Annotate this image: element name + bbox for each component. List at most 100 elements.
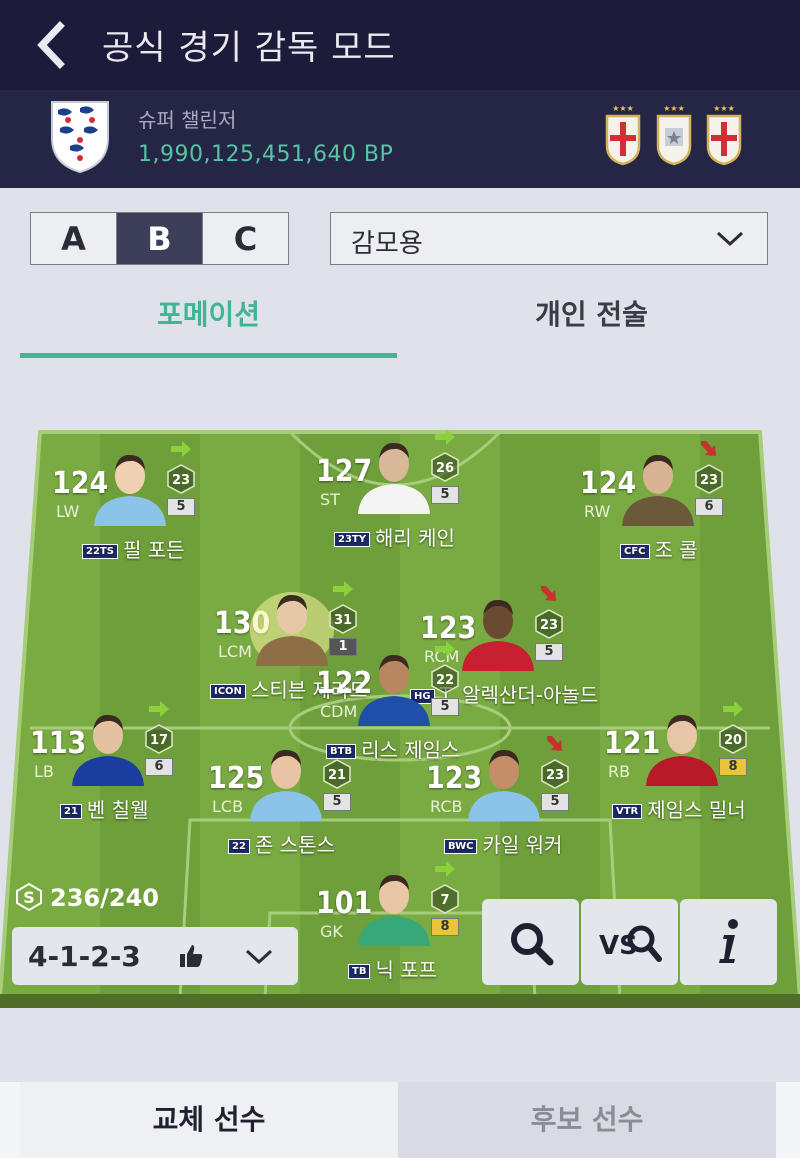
player-enhance-grade: 6 [145, 758, 173, 776]
player-level-badge: 23 [541, 759, 569, 789]
player-level: 31 [334, 613, 352, 628]
player-name-lcb[interactable]: 22 존 스톤스 [228, 829, 335, 858]
squad-name-dropdown[interactable]: 감모용 [330, 212, 768, 265]
player-level: 23 [540, 618, 558, 633]
search-button[interactable] [482, 899, 579, 985]
player-level: 23 [172, 473, 190, 488]
svg-text:★★★: ★★★ [612, 104, 634, 113]
form-up-arrow-icon [333, 581, 353, 597]
squad-segmented-control: A B C [30, 212, 289, 265]
bottom-tab-bar: 교체 선수 후보 선수 [0, 1082, 800, 1158]
chevron-down-icon [716, 231, 744, 247]
svg-text:★★★: ★★★ [663, 104, 685, 113]
player-name: 카일 워커 [482, 833, 563, 857]
info-icon [719, 919, 738, 963]
player-level-badge: 23 [167, 464, 195, 494]
season-badge: TB [348, 964, 371, 979]
svg-text:★★★: ★★★ [713, 104, 735, 113]
versus-search-button[interactable]: VS [581, 899, 678, 985]
player-level: 23 [700, 473, 718, 488]
back-button[interactable] [30, 18, 74, 72]
player-enhance-grade: 8 [719, 758, 747, 776]
player-position: LCM [218, 642, 252, 661]
england-cross-badge-icon: ★★★ [705, 102, 743, 166]
player-position: ST [320, 490, 340, 509]
salary-value: 236/240 [50, 884, 159, 912]
player-name: 존 스톤스 [254, 833, 335, 857]
player-name-lb[interactable]: 21 벤 칠웰 [60, 794, 148, 823]
player-name-rw[interactable]: CFC 조 콜 [620, 534, 698, 563]
player-level: 7 [440, 893, 449, 908]
player-name: 해리 케인 [374, 526, 455, 550]
salary-cap: S 236/240 [14, 882, 159, 912]
player-enhance-grade: 5 [535, 643, 563, 661]
formation-dropdown[interactable]: 4-1-2-3 [12, 927, 298, 985]
player-name: 닉 포프 [375, 958, 438, 982]
form-up-arrow-icon [435, 861, 455, 877]
player-photo [358, 654, 430, 726]
tab-substitutes[interactable]: 교체 선수 [20, 1082, 398, 1158]
thumbs-up-icon[interactable] [178, 943, 204, 969]
squad-tab-c[interactable]: C [203, 213, 288, 264]
player-level-badge: 23 [695, 464, 723, 494]
svg-text:S: S [23, 888, 35, 907]
player-level-badge: 31 [329, 604, 357, 634]
player-level: 22 [436, 673, 454, 688]
player-position: RW [584, 502, 611, 521]
player-name-st[interactable]: 23TY 해리 케인 [334, 522, 455, 551]
player-level-badge: 26 [431, 452, 459, 482]
view-tabs: 포메이션 개인 전술 [20, 290, 780, 358]
squad-tab-b[interactable]: B [117, 213, 203, 264]
squad-tab-a[interactable]: A [31, 213, 117, 264]
form-up-arrow-icon [435, 429, 455, 445]
info-button[interactable] [680, 899, 777, 985]
player-level: 20 [724, 733, 742, 748]
form-up-arrow-icon [435, 641, 455, 657]
season-badge: VTR [612, 804, 643, 819]
squad-name-value: 감모용 [351, 229, 423, 259]
england-crest-icon [48, 98, 112, 174]
player-photo [622, 454, 694, 526]
formation-value: 4-1-2-3 [28, 940, 141, 973]
player-name-rb[interactable]: VTR 제임스 밀너 [612, 794, 746, 823]
player-name-gk[interactable]: TB 닉 포프 [348, 954, 437, 983]
profile-bar: 슈퍼 챌린저 1,990,125,451,640 BP ★★★ ★★★ ★★★ [0, 90, 800, 188]
player-level-badge: 17 [145, 724, 173, 754]
tab-formation[interactable]: 포메이션 [20, 290, 397, 358]
season-badge: 21 [60, 804, 82, 819]
tab-individual-tactics[interactable]: 개인 전술 [403, 290, 780, 358]
england-cross-badge-icon: ★★★ [604, 102, 642, 166]
player-enhance-grade: 8 [431, 918, 459, 936]
player-enhance-grade: 5 [431, 486, 459, 504]
form-down-arrow-icon [547, 736, 562, 751]
page-title: 공식 경기 감독 모드 [102, 28, 396, 68]
player-enhance-grade: 5 [541, 793, 569, 811]
form-up-arrow-icon [171, 441, 191, 457]
player-name-lw[interactable]: 22TS 필 포든 [82, 534, 185, 563]
player-photo [72, 714, 144, 786]
player-position: LW [56, 502, 80, 521]
player-name: 벤 칠웰 [86, 798, 149, 822]
player-name: 제임스 밀너 [647, 798, 746, 822]
player-level-badge: 20 [719, 724, 747, 754]
player-enhance-grade: 6 [695, 498, 723, 516]
player-position: RB [608, 762, 631, 781]
chevron-down-icon [245, 949, 273, 965]
season-badge: BWC [444, 839, 478, 854]
player-enhance-grade: 5 [431, 698, 459, 716]
player-enhance-grade: 5 [323, 793, 351, 811]
player-position: RCB [430, 797, 463, 816]
form-down-arrow-icon [541, 586, 556, 601]
player-name-rcb[interactable]: BWC 카일 워커 [444, 829, 562, 858]
season-badge: 22 [228, 839, 250, 854]
silver-star-badge-icon: ★★★ [655, 102, 693, 166]
salary-s-icon: S [16, 882, 42, 912]
form-up-arrow-icon [149, 701, 169, 717]
tab-reserves[interactable]: 후보 선수 [398, 1082, 776, 1158]
form-down-arrow-icon [701, 441, 716, 456]
player-level: 17 [150, 733, 168, 748]
player-photo [250, 749, 322, 821]
chevron-left-icon [37, 21, 65, 69]
player-photo [646, 714, 718, 786]
player-photo [94, 454, 166, 526]
